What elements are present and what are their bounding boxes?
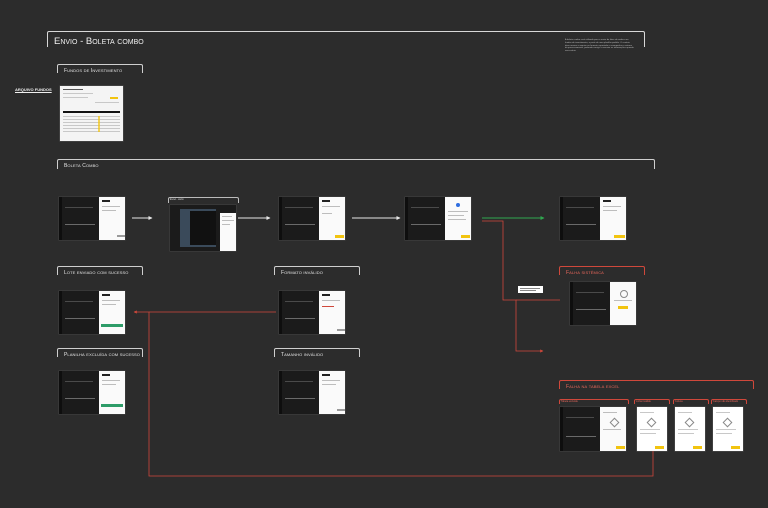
arrow-error-return — [133, 310, 654, 477]
flow-connectors — [132, 216, 654, 477]
arrow-error-branch — [482, 220, 544, 353]
